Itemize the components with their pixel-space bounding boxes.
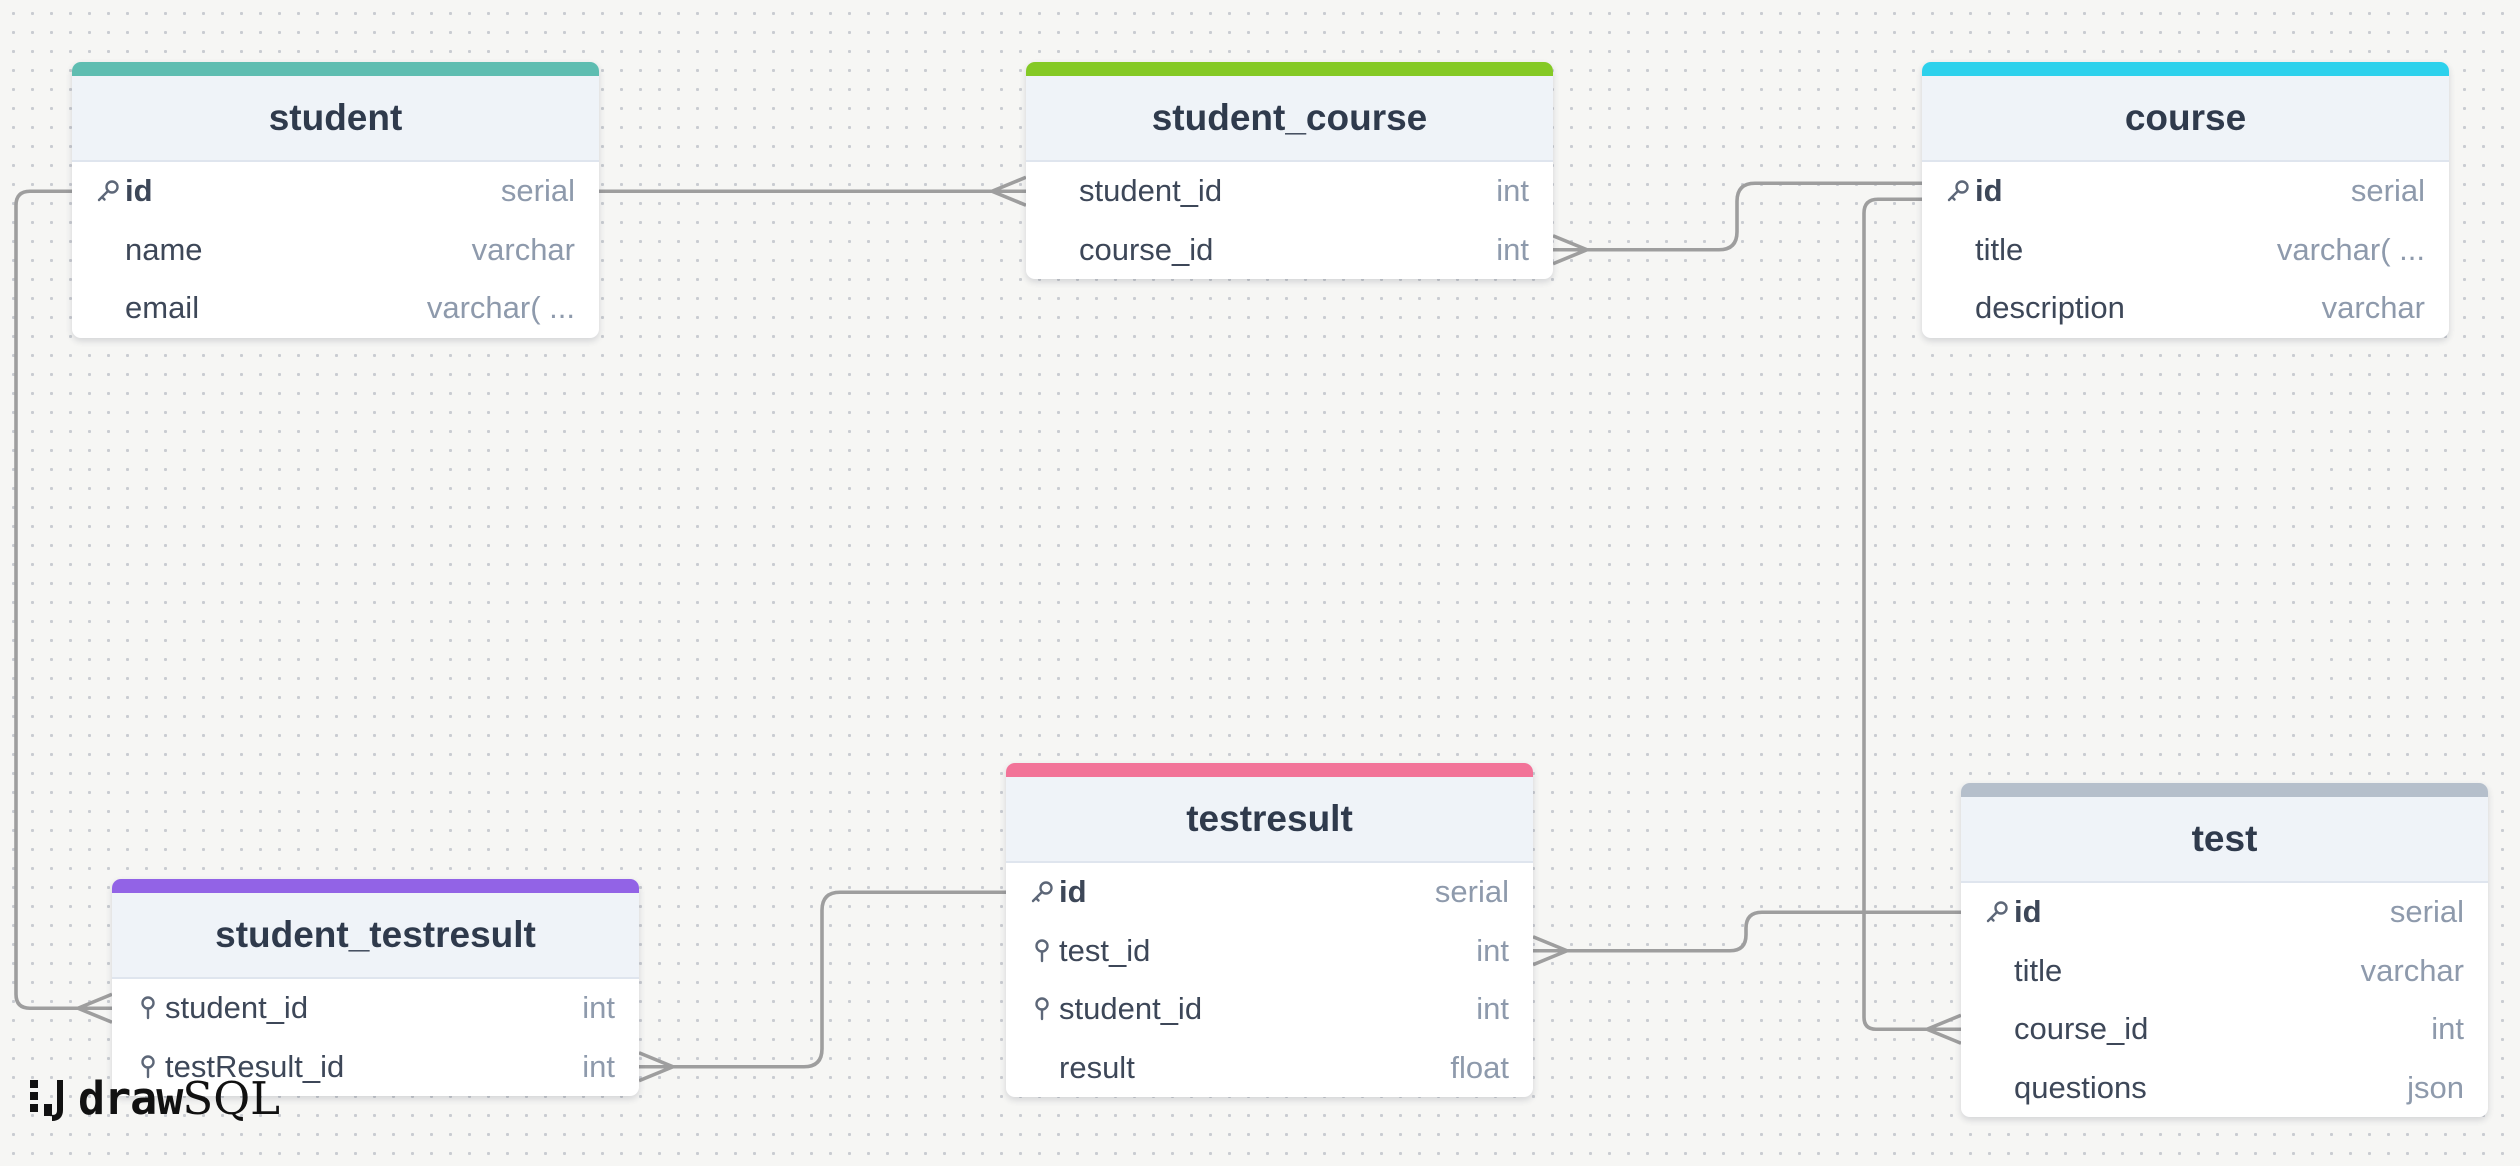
table-header[interactable]: course — [1922, 62, 2449, 162]
table-column-row[interactable]: student_id int — [112, 979, 639, 1038]
crows-foot-icon — [638, 1051, 674, 1083]
column-type: serial — [2389, 894, 2464, 930]
table-column-row[interactable]: questions json — [1961, 1059, 2488, 1118]
table-header[interactable]: test — [1961, 783, 2488, 883]
table-title: student_testresult — [215, 914, 536, 955]
column-name: course_id — [2014, 1011, 2149, 1047]
column-type: int — [2431, 1011, 2464, 1047]
foreign-key-icon — [1028, 937, 1056, 965]
table-column-row[interactable]: course_id int — [1026, 221, 1553, 280]
logo-draw-text: draw — [78, 1072, 183, 1125]
table-column-row[interactable]: email varchar( ... — [72, 279, 599, 338]
table-header[interactable]: student_course — [1026, 62, 1553, 162]
column-type: varchar( ... — [426, 290, 575, 326]
column-type: serial — [2350, 173, 2425, 209]
logo-sql-text: SQL — [182, 1072, 280, 1125]
primary-key-icon — [1028, 878, 1056, 906]
column-type: int — [1476, 991, 1509, 1027]
column-name: id — [1059, 874, 1087, 910]
column-name: id — [1975, 173, 2003, 209]
column-name: id — [125, 173, 153, 209]
column-type: int — [582, 990, 615, 1026]
primary-key-icon — [1983, 898, 2011, 926]
foreign-key-icon — [134, 994, 162, 1022]
relation-testresult-to-student-testresult[interactable] — [639, 890, 1006, 1069]
table-column-row[interactable]: title varchar — [1961, 942, 2488, 1001]
foreign-key-icon — [1028, 995, 1056, 1023]
table-title: testresult — [1186, 798, 1353, 839]
drawsql-logo: draw SQL — [30, 1072, 280, 1125]
column-name: title — [1975, 231, 2024, 267]
column-type: int — [1496, 231, 1529, 267]
table-header[interactable]: student_testresult — [112, 879, 639, 979]
table-student_course[interactable]: student_course student_id int course_id int — [1026, 62, 1553, 279]
table-student_testresult[interactable]: student_testresult student_id int testResul… — [112, 879, 639, 1096]
table-column-row[interactable]: course_id int — [1961, 1000, 2488, 1059]
relation-test-to-testresult[interactable] — [1533, 910, 1961, 953]
table-header[interactable]: student — [72, 62, 599, 162]
column-type: varchar( ... — [2276, 231, 2425, 267]
table-student[interactable]: student id serial name varchar email varchar( … — [72, 62, 599, 338]
column-name: id — [2014, 894, 2042, 930]
column-type: int — [1496, 173, 1529, 209]
table-title: student_course — [1151, 97, 1428, 138]
column-name: description — [1975, 290, 2125, 326]
column-name: result — [1059, 1049, 1135, 1085]
column-name: title — [2014, 952, 2063, 988]
table-course[interactable]: course id serial title varchar( ... descripti… — [1922, 62, 2449, 338]
column-name: course_id — [1079, 231, 1214, 267]
column-type: varchar — [471, 231, 575, 267]
table-title: test — [2191, 818, 2258, 859]
column-name: test_id — [1059, 932, 1151, 968]
crows-foot-icon — [1926, 1013, 1962, 1045]
table-column-row[interactable]: result float — [1006, 1039, 1533, 1098]
table-column-row[interactable]: id serial — [72, 162, 599, 221]
table-column-row[interactable]: student_id int — [1006, 980, 1533, 1039]
column-type: float — [1450, 1049, 1509, 1085]
primary-key-icon — [1944, 177, 1972, 205]
primary-key-icon — [94, 177, 122, 205]
column-name: student_id — [165, 990, 309, 1026]
column-name: email — [125, 290, 200, 326]
column-type: int — [1476, 932, 1509, 968]
diagram-canvas[interactable]: student id serial name varchar email varchar( … — [0, 0, 2520, 1166]
column-name: questions — [2014, 1069, 2147, 1105]
column-name: student_id — [1079, 173, 1223, 209]
table-column-row[interactable]: id serial — [1006, 863, 1533, 922]
crows-foot-icon — [77, 992, 113, 1024]
crows-foot-icon — [1532, 935, 1568, 967]
table-title: course — [2124, 97, 2247, 138]
table-column-row[interactable]: description varchar — [1922, 279, 2449, 338]
column-type: varchar — [2360, 952, 2464, 988]
crows-foot-icon — [1552, 234, 1588, 266]
relation-course-to-student-course[interactable] — [1553, 181, 1922, 252]
table-header[interactable]: testresult — [1006, 763, 1533, 863]
table-column-row[interactable]: student_id int — [1026, 162, 1553, 221]
drawsql-logo-icon — [30, 1079, 63, 1121]
table-column-row[interactable]: test_id int — [1006, 922, 1533, 981]
table-column-row[interactable]: id serial — [1961, 883, 2488, 942]
table-column-row[interactable]: name varchar — [72, 221, 599, 280]
table-title: student — [268, 97, 403, 138]
column-name: student_id — [1059, 991, 1203, 1027]
column-type: json — [2407, 1069, 2464, 1105]
column-type: serial — [500, 173, 575, 209]
table-column-row[interactable]: title varchar( ... — [1922, 221, 2449, 280]
column-type: varchar — [2321, 290, 2425, 326]
column-type: int — [582, 1048, 615, 1084]
column-type: serial — [1434, 874, 1509, 910]
column-name: name — [125, 231, 203, 267]
table-column-row[interactable]: id serial — [1922, 162, 2449, 221]
crows-foot-icon — [991, 175, 1027, 207]
table-test[interactable]: test id serial title varchar course_id int ques… — [1961, 783, 2488, 1117]
table-testresult[interactable]: testresult id serial test_id int student_id in… — [1006, 763, 1533, 1097]
